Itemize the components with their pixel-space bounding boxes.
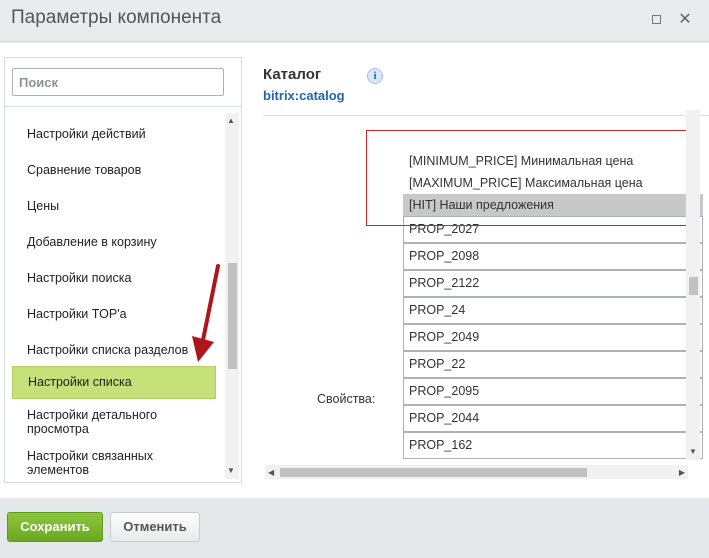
scroll-down-icon[interactable]: ▼ <box>227 467 235 475</box>
scrollbar-thumb[interactable] <box>228 263 237 369</box>
close-icon[interactable]: ✕ <box>676 11 694 29</box>
scrollbar-thumb[interactable] <box>280 468 587 477</box>
scroll-right-icon[interactable]: ▶ <box>679 468 685 477</box>
list-item[interactable]: PROP_24 <box>403 297 703 324</box>
sidebar-item-compare[interactable]: Сравнение товаров <box>12 163 216 177</box>
list-item[interactable]: PROP_22 <box>403 351 703 378</box>
window-titlebar: Параметры компонента ✕ <box>0 0 709 42</box>
maximize-icon[interactable] <box>647 11 665 29</box>
properties-scrollbar[interactable]: ▼ <box>686 110 700 460</box>
sections-sidebar: Настройки действий Сравнение товаров Цен… <box>4 57 242 483</box>
save-button[interactable]: Сохранить <box>7 512 103 542</box>
properties-label: Свойства: <box>317 392 376 406</box>
sidebar-item-section-list[interactable]: Настройки списка разделов <box>12 343 216 357</box>
list-item-selected[interactable]: [HIT] Наши предложения <box>403 194 703 216</box>
horizontal-scrollbar[interactable]: ◀ ▶ <box>265 465 688 479</box>
list-item[interactable]: PROP_2122 <box>403 270 703 297</box>
list-item[interactable]: PROP_2098 <box>403 243 703 270</box>
divider <box>5 106 241 107</box>
dialog-footer: Сохранить Отменить <box>0 498 709 558</box>
dialog-content: Настройки действий Сравнение товаров Цен… <box>0 43 709 498</box>
search-input[interactable] <box>12 68 224 96</box>
sidebar-item-actions[interactable]: Настройки действий <box>12 127 216 141</box>
list-item[interactable]: PROP_2049 <box>403 324 703 351</box>
sidebar-item-detail[interactable]: Настройки детального просмотра <box>12 408 216 436</box>
scroll-up-icon[interactable]: ▲ <box>227 117 235 125</box>
list-item[interactable]: PROP_2027 <box>403 216 703 243</box>
component-code: bitrix:catalog <box>263 88 345 103</box>
component-title: Каталог <box>263 66 322 83</box>
sidebar-item-related[interactable]: Настройки связанных элементов <box>12 449 216 477</box>
list-item[interactable]: PROP_2095 <box>403 378 703 405</box>
scroll-down-icon[interactable]: ▼ <box>689 448 697 456</box>
list-item[interactable]: [MINIMUM_PRICE] Минимальная цена <box>403 150 703 172</box>
sidebar-item-search[interactable]: Настройки поиска <box>12 271 216 285</box>
properties-multiselect[interactable]: [MINIMUM_PRICE] Минимальная цена [MAXIMU… <box>403 154 703 464</box>
sections-list: Настройки действий Сравнение товаров Цен… <box>12 112 225 480</box>
parameters-panel: Свойства: [MINIMUM_PRICE] Минимальная це… <box>263 115 709 482</box>
sidebar-item-add-to-cart[interactable]: Добавление в корзину <box>12 235 216 249</box>
sidebar-scrollbar[interactable]: ▲ ▼ <box>225 113 239 479</box>
scrollbar-thumb[interactable] <box>689 277 698 295</box>
list-item[interactable]: PROP_2044 <box>403 405 703 432</box>
scroll-left-icon[interactable]: ◀ <box>268 468 274 477</box>
cancel-button[interactable]: Отменить <box>110 512 200 542</box>
info-icon[interactable]: i <box>367 68 383 84</box>
list-item[interactable]: [MAXIMUM_PRICE] Максимальная цена <box>403 172 703 194</box>
sidebar-item-top[interactable]: Настройки TOP'a <box>12 307 216 321</box>
window-title: Параметры компонента <box>11 7 222 28</box>
sidebar-item-prices[interactable]: Цены <box>12 199 216 213</box>
list-item[interactable]: PROP_162 <box>403 432 703 459</box>
sidebar-item-list[interactable]: Настройки списка <box>12 366 216 399</box>
